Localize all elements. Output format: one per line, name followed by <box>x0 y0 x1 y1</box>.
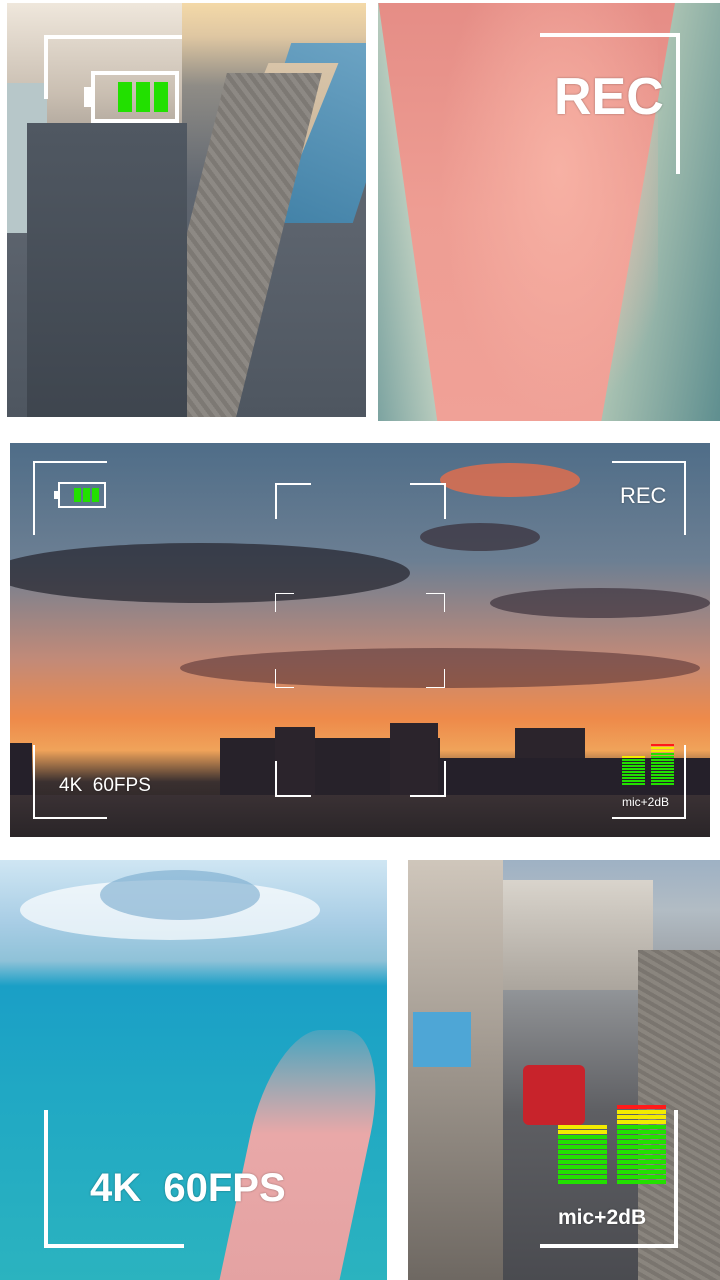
mic-level-label: mic+2dB <box>622 795 670 809</box>
photo-evening-street: mic+2dB <box>408 860 720 1280</box>
meter-segment <box>651 783 674 785</box>
format-label: 4K 60FPS <box>90 1166 286 1210</box>
meter-segment <box>622 762 645 764</box>
meter-segment <box>558 1135 607 1139</box>
meter-segment <box>651 753 674 755</box>
focus-frame-inner-br <box>426 669 445 688</box>
meter-segment <box>651 780 674 782</box>
meter-segment <box>617 1135 666 1139</box>
meter-segment <box>558 1170 607 1174</box>
meter-segment <box>651 756 674 758</box>
rec-indicator: REC <box>620 483 667 508</box>
format-label: 4K 60FPS <box>59 775 151 796</box>
meter-segment <box>617 1105 666 1109</box>
meter-segment <box>622 756 645 758</box>
meter-segment <box>558 1125 607 1129</box>
meter-segment <box>558 1160 607 1164</box>
battery-icon <box>54 482 106 508</box>
meter-segment <box>558 1145 607 1149</box>
focus-frame-outer-tl <box>275 483 311 519</box>
meter-segment <box>651 768 674 770</box>
meter-segment <box>558 1150 607 1154</box>
photo-turquoise-sandbar: 4K 60FPS <box>0 860 387 1280</box>
meter-segment <box>651 774 674 776</box>
meter-segment <box>558 1175 607 1179</box>
photo-sunset-skyline: REC 4K 60FPS mic+2dB <box>10 443 710 837</box>
meter-segment <box>617 1115 666 1119</box>
focus-frame-outer-br <box>410 761 446 797</box>
meter-segment <box>617 1110 666 1114</box>
meter-segment <box>651 750 674 752</box>
meter-segment <box>617 1155 666 1159</box>
meter-segment <box>617 1140 666 1144</box>
focus-frame-inner-bl <box>275 669 294 688</box>
meter-segment <box>622 765 645 767</box>
meter-segment <box>651 744 674 746</box>
audio-level-meter <box>558 1095 666 1185</box>
meter-segment <box>651 777 674 779</box>
meter-segment <box>558 1180 607 1184</box>
meter-segment <box>622 780 645 782</box>
meter-segment <box>622 783 645 785</box>
photo-street-seawall <box>7 3 366 417</box>
meter-segment <box>617 1130 666 1134</box>
meter-segment <box>622 768 645 770</box>
battery-icon <box>84 71 179 123</box>
meter-segment <box>651 762 674 764</box>
meter-segment <box>617 1165 666 1169</box>
meter-segment <box>617 1175 666 1179</box>
meter-segment <box>617 1145 666 1149</box>
meter-segment <box>651 765 674 767</box>
audio-level-meter <box>622 736 674 786</box>
meter-segment <box>651 771 674 773</box>
meter-segment <box>622 777 645 779</box>
meter-segment <box>617 1170 666 1174</box>
meter-segment <box>617 1125 666 1129</box>
meter-segment <box>558 1130 607 1134</box>
meter-segment <box>558 1140 607 1144</box>
meter-segment <box>617 1120 666 1124</box>
rec-indicator: REC <box>554 68 664 126</box>
meter-segment <box>651 747 674 749</box>
mic-level-label: mic+2dB <box>558 1206 647 1229</box>
meter-segment <box>622 774 645 776</box>
photo-aerial-pink-beach: REC <box>378 3 720 421</box>
focus-frame-outer-tr <box>410 483 446 519</box>
meter-segment <box>622 759 645 761</box>
meter-segment <box>617 1160 666 1164</box>
meter-segment <box>617 1180 666 1184</box>
focus-frame-inner-tl <box>275 593 294 612</box>
meter-segment <box>617 1150 666 1154</box>
meter-segment <box>558 1165 607 1169</box>
focus-frame-inner-tr <box>426 593 445 612</box>
meter-segment <box>558 1155 607 1159</box>
meter-segment <box>651 759 674 761</box>
meter-segment <box>622 771 645 773</box>
focus-frame-outer-bl <box>275 761 311 797</box>
